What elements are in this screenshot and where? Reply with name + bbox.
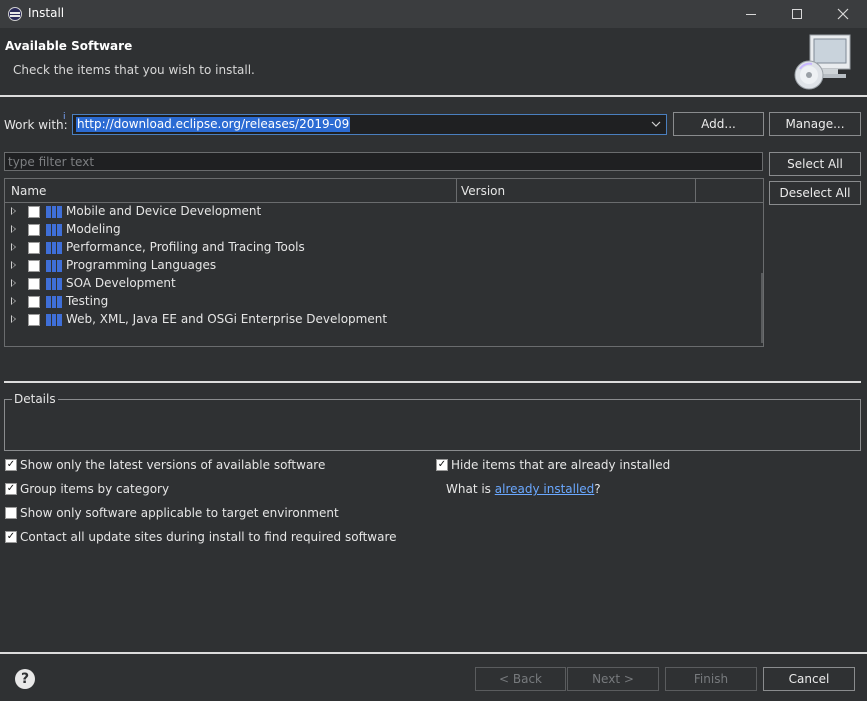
row-label: Testing: [66, 294, 109, 308]
target-environment-option[interactable]: Show only software applicable to target …: [5, 505, 339, 521]
checkbox-checked-icon[interactable]: ✓: [436, 459, 448, 471]
row-label: Web, XML, Java EE and OSGi Enterprise De…: [66, 312, 388, 326]
select-all-button[interactable]: Select All: [769, 152, 861, 176]
close-button[interactable]: [820, 0, 866, 28]
table-row[interactable]: Testing: [5, 293, 755, 311]
checkbox-unchecked-icon[interactable]: [5, 507, 17, 519]
table-row[interactable]: Web, XML, Java EE and OSGi Enterprise De…: [5, 311, 755, 329]
wizard-banner: Available Software Check the items that …: [0, 29, 867, 96]
banner-separator: [0, 95, 867, 97]
table-row[interactable]: Modeling: [5, 221, 755, 239]
row-checkbox[interactable]: [28, 224, 40, 236]
window-title: Install: [28, 6, 65, 20]
row-checkbox[interactable]: [28, 242, 40, 254]
manage-button[interactable]: Manage...: [769, 112, 861, 136]
category-icon: [46, 296, 63, 308]
install-wizard-icon: [794, 34, 851, 90]
checkbox-checked-icon[interactable]: ✓: [5, 459, 17, 471]
row-checkbox[interactable]: [28, 206, 40, 218]
what-is-prefix: What is: [446, 482, 495, 496]
already-installed-link[interactable]: already installed: [495, 482, 595, 496]
table-row[interactable]: Programming Languages: [5, 257, 755, 275]
table-header: Name Version: [5, 179, 763, 203]
category-icon: [46, 278, 63, 290]
contact-update-sites-option[interactable]: ✓ Contact all update sites during instal…: [5, 529, 397, 545]
already-installed-text: What is already installed?: [446, 482, 601, 496]
column-divider[interactable]: [456, 179, 457, 203]
vertical-scrollbar[interactable]: [761, 273, 763, 343]
hide-installed-option[interactable]: ✓ Hide items that are already installed: [436, 457, 670, 473]
what-is-suffix: ?: [594, 482, 601, 496]
row-label: Programming Languages: [66, 258, 217, 272]
column-header-name[interactable]: Name: [11, 184, 46, 198]
expand-arrow-icon[interactable]: [11, 261, 16, 269]
row-label: Mobile and Device Development: [66, 204, 262, 218]
details-group: [4, 399, 861, 451]
table-row[interactable]: Mobile and Device Development: [5, 203, 755, 221]
help-icon[interactable]: ?: [15, 669, 35, 689]
row-label: SOA Development: [66, 276, 176, 290]
work-with-combo[interactable]: http://download.eclipse.org/releases/201…: [72, 114, 667, 135]
table-row[interactable]: Performance, Profiling and Tracing Tools: [5, 239, 755, 257]
software-tree-table[interactable]: Name Version Mobile and Device Developme…: [4, 178, 764, 347]
finish-button[interactable]: Finish: [665, 667, 757, 691]
category-icon: [46, 206, 63, 218]
cancel-button[interactable]: Cancel: [763, 667, 855, 691]
table-row[interactable]: SOA Development: [5, 275, 755, 293]
close-icon: [837, 8, 849, 20]
row-checkbox[interactable]: [28, 296, 40, 308]
option-label: Group items by category: [20, 482, 170, 496]
latest-versions-option[interactable]: ✓ Show only the latest versions of avail…: [5, 457, 325, 473]
category-icon: [46, 224, 63, 236]
row-label: Performance, Profiling and Tracing Tools: [66, 240, 305, 254]
next-button[interactable]: Next >: [567, 667, 659, 691]
row-label: Modeling: [66, 222, 121, 236]
maximize-button[interactable]: [774, 0, 820, 28]
work-with-label: Work with:: [4, 118, 68, 132]
option-label: Show only software applicable to target …: [20, 506, 339, 520]
expand-arrow-icon[interactable]: [11, 297, 16, 305]
column-header-version[interactable]: Version: [461, 184, 505, 198]
expand-arrow-icon[interactable]: [11, 279, 16, 287]
category-icon: [46, 314, 63, 326]
section-separator: [4, 381, 861, 383]
checkbox-checked-icon[interactable]: ✓: [5, 531, 17, 543]
row-checkbox[interactable]: [28, 278, 40, 290]
eclipse-icon: [8, 7, 22, 21]
checkbox-checked-icon[interactable]: ✓: [5, 483, 17, 495]
back-button[interactable]: < Back: [475, 667, 566, 691]
expand-arrow-icon[interactable]: [11, 315, 16, 323]
maximize-icon: [792, 9, 802, 19]
deselect-all-button[interactable]: Deselect All: [769, 181, 861, 205]
filter-placeholder: type filter text: [8, 155, 95, 169]
details-label: Details: [12, 392, 58, 406]
row-checkbox[interactable]: [28, 260, 40, 272]
minimize-icon: [746, 13, 756, 15]
page-description: Check the items that you wish to install…: [13, 63, 255, 77]
expand-arrow-icon[interactable]: [11, 225, 16, 233]
info-icon: i: [63, 112, 66, 122]
add-button[interactable]: Add...: [673, 112, 764, 136]
footer-separator: [0, 652, 867, 654]
title-bar: Install: [0, 0, 867, 28]
option-label: Contact all update sites during install …: [20, 530, 397, 544]
row-checkbox[interactable]: [28, 314, 40, 326]
chevron-down-icon[interactable]: [649, 117, 663, 132]
group-by-category-option[interactable]: ✓ Group items by category: [5, 481, 169, 497]
page-title: Available Software: [5, 39, 133, 53]
category-icon: [46, 260, 63, 272]
option-label: Hide items that are already installed: [451, 458, 671, 472]
work-with-value[interactable]: http://download.eclipse.org/releases/201…: [76, 117, 351, 132]
category-icon: [46, 242, 63, 254]
option-label: Show only the latest versions of availab…: [20, 458, 326, 472]
column-divider[interactable]: [695, 179, 696, 203]
expand-arrow-icon[interactable]: [11, 243, 16, 251]
expand-arrow-icon[interactable]: [11, 207, 16, 215]
filter-input[interactable]: type filter text: [4, 152, 763, 171]
minimize-button[interactable]: [728, 0, 774, 28]
